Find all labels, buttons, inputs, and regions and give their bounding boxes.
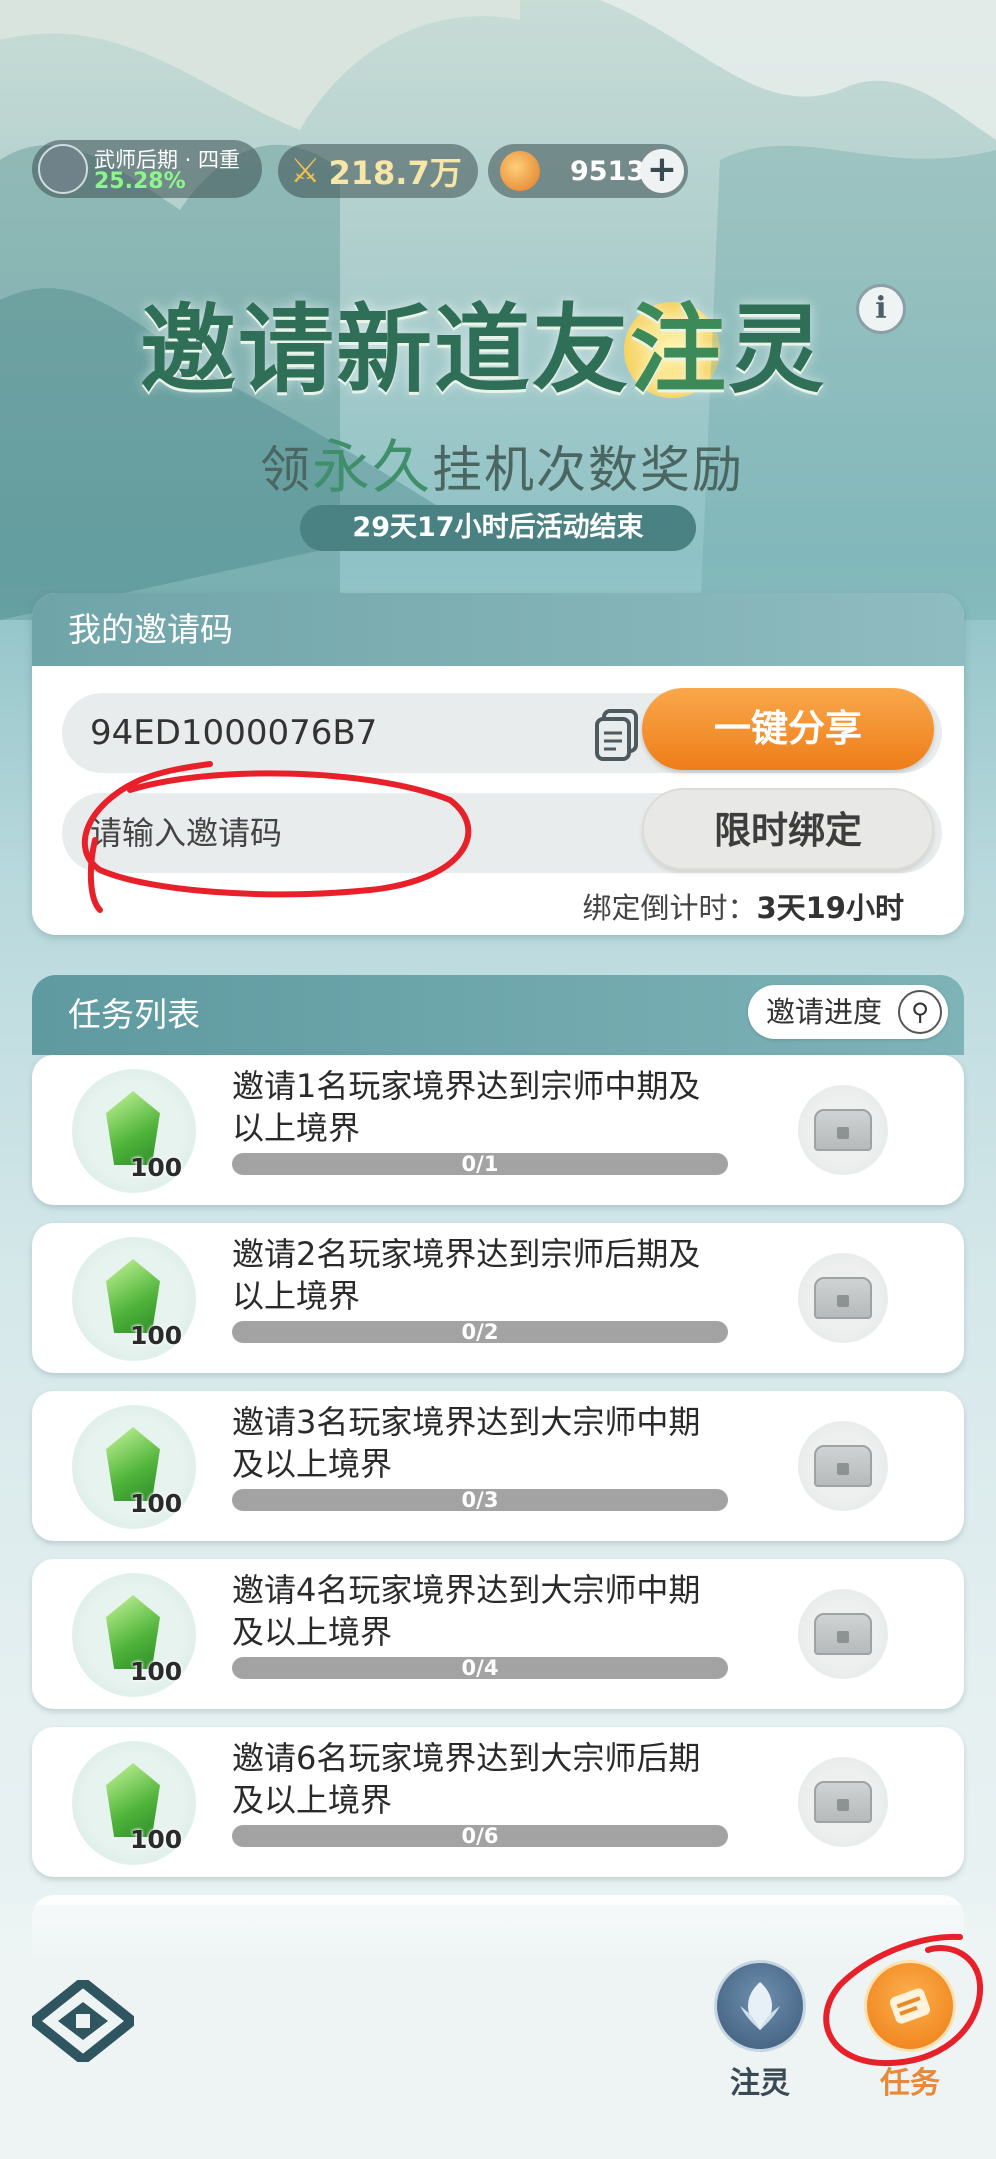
reward-quantity: 100 <box>130 1657 183 1686</box>
nav-infuse-label: 注灵 <box>730 2066 790 2101</box>
task-progress-text: 0/3 <box>461 1488 499 1512</box>
task-progress-bar: 0/1 <box>232 1153 728 1175</box>
currency-value: 9513 <box>570 155 646 187</box>
task-progress-bar: 0/6 <box>232 1825 728 1847</box>
reward-item[interactable]: 100 <box>72 1237 196 1361</box>
task-progress-text: 0/2 <box>461 1320 499 1344</box>
subtitle-text-2: 挂机次数奖励 <box>432 441 745 499</box>
reward-item[interactable]: 100 <box>72 1405 196 1529</box>
currency-badge[interactable]: 9513 + <box>488 144 688 198</box>
bind-countdown-value: 3天19小时 <box>756 891 904 925</box>
task-description: 邀请3名玩家境界达到大宗师中期及以上境界 <box>232 1403 701 1483</box>
chest-lock <box>837 1127 849 1139</box>
bind-countdown: 绑定倒计时：3天19小时 <box>582 885 904 927</box>
task-progress-text: 0/6 <box>461 1824 499 1848</box>
invite-progress-button[interactable]: 邀请进度 ⚲ <box>748 985 948 1039</box>
realm-badge[interactable]: 武师后期 · 四重 25.28% <box>32 140 262 198</box>
task-progress-bar: 0/4 <box>232 1657 728 1679</box>
reward-chest-icon[interactable] <box>798 1757 888 1847</box>
add-currency-button[interactable]: + <box>640 149 684 193</box>
task-progress-bar: 0/2 <box>232 1321 728 1343</box>
reward-chest-icon[interactable] <box>798 1085 888 1175</box>
crossed-swords-icon: ⚔ <box>290 151 321 191</box>
task-progress-bar: 0/3 <box>232 1489 728 1511</box>
invite-code-input[interactable] <box>90 793 650 873</box>
nav-tasks-label: 任务 <box>880 2066 940 2101</box>
title-highlight-text: 注 <box>630 294 728 406</box>
invite-progress-label: 邀请进度 <box>766 995 883 1029</box>
bottom-bar <box>0 1905 996 2159</box>
chest-lock <box>837 1463 849 1475</box>
chest-lock <box>837 1295 849 1307</box>
nav-tasks[interactable]: 任务 <box>855 1960 965 2102</box>
reward-chest-icon[interactable] <box>798 1421 888 1511</box>
task-card: 100 邀请2名玩家境界达到宗师后期及以上境界 0/2 <box>32 1223 964 1373</box>
leaf-spirit-icon <box>714 1960 806 2052</box>
reward-chest-icon[interactable] <box>798 1253 888 1343</box>
page-title: 邀请新道友 注灵 <box>140 272 826 411</box>
title-highlight: 注 <box>624 294 728 406</box>
task-description: 邀请6名玩家境界达到大宗师后期及以上境界 <box>232 1739 701 1819</box>
bind-countdown-label: 绑定倒计时： <box>582 891 757 925</box>
chest-lock <box>837 1631 849 1643</box>
task-description: 邀请1名玩家境界达到宗师中期及以上境界 <box>232 1067 701 1147</box>
add-user-icon: ⚲ <box>898 990 942 1034</box>
combat-power-badge[interactable]: ⚔ 218.7万 <box>278 144 478 198</box>
info-button[interactable]: i <box>856 284 906 334</box>
nav-infuse[interactable]: 注灵 <box>705 1960 815 2102</box>
invite-panel-header: 我的邀请码 <box>32 593 964 666</box>
task-card: 100 邀请4名玩家境界达到大宗师中期及以上境界 0/4 <box>32 1559 964 1709</box>
scroll-task-icon <box>864 1960 956 2052</box>
subtitle-emphasis: 永久 <box>312 433 433 501</box>
reward-item[interactable]: 100 <box>72 1741 196 1865</box>
subtitle-text-1: 领 <box>260 441 312 499</box>
reward-item[interactable]: 100 <box>72 1069 196 1193</box>
task-card: 100 邀请1名玩家境界达到宗师中期及以上境界 0/1 <box>32 1055 964 1205</box>
combat-power-value: 218.7万 <box>328 154 462 192</box>
reward-quantity: 100 <box>130 1153 183 1182</box>
subtitle: 领永久挂机次数奖励 <box>260 420 744 504</box>
invite-code-panel: 我的邀请码 94ED1000076B7 一键分享 限时绑定 绑定倒计时：3天19… <box>32 593 964 935</box>
event-countdown: 29天17小时后活动结束 <box>300 505 696 551</box>
copy-icon[interactable] <box>594 709 640 763</box>
task-progress-text: 0/1 <box>461 1152 499 1176</box>
chest-lock <box>837 1799 849 1811</box>
reward-quantity: 100 <box>130 1321 183 1350</box>
reward-quantity: 100 <box>130 1825 183 1854</box>
task-description: 邀请2名玩家境界达到宗师后期及以上境界 <box>232 1235 701 1315</box>
coin-icon <box>500 151 540 191</box>
bind-button[interactable]: 限时绑定 <box>642 788 934 870</box>
reward-quantity: 100 <box>130 1489 183 1518</box>
realm-emblem-icon <box>38 144 88 194</box>
title-text-2: 灵 <box>728 294 826 406</box>
task-card: 100 邀请6名玩家境界达到大宗师后期及以上境界 0/6 <box>32 1727 964 1877</box>
task-progress-text: 0/4 <box>461 1656 499 1680</box>
reward-chest-icon[interactable] <box>798 1589 888 1679</box>
game-logo-icon[interactable] <box>32 1980 134 2062</box>
share-button[interactable]: 一键分享 <box>642 688 934 770</box>
task-description: 邀请4名玩家境界达到大宗师中期及以上境界 <box>232 1571 701 1651</box>
realm-progress: 25.28% <box>94 169 186 194</box>
task-card: 100 邀请3名玩家境界达到大宗师中期及以上境界 0/3 <box>32 1391 964 1541</box>
reward-item[interactable]: 100 <box>72 1573 196 1697</box>
title-text-1: 邀请新道友 <box>140 294 630 406</box>
my-invite-code: 94ED1000076B7 <box>90 713 378 753</box>
